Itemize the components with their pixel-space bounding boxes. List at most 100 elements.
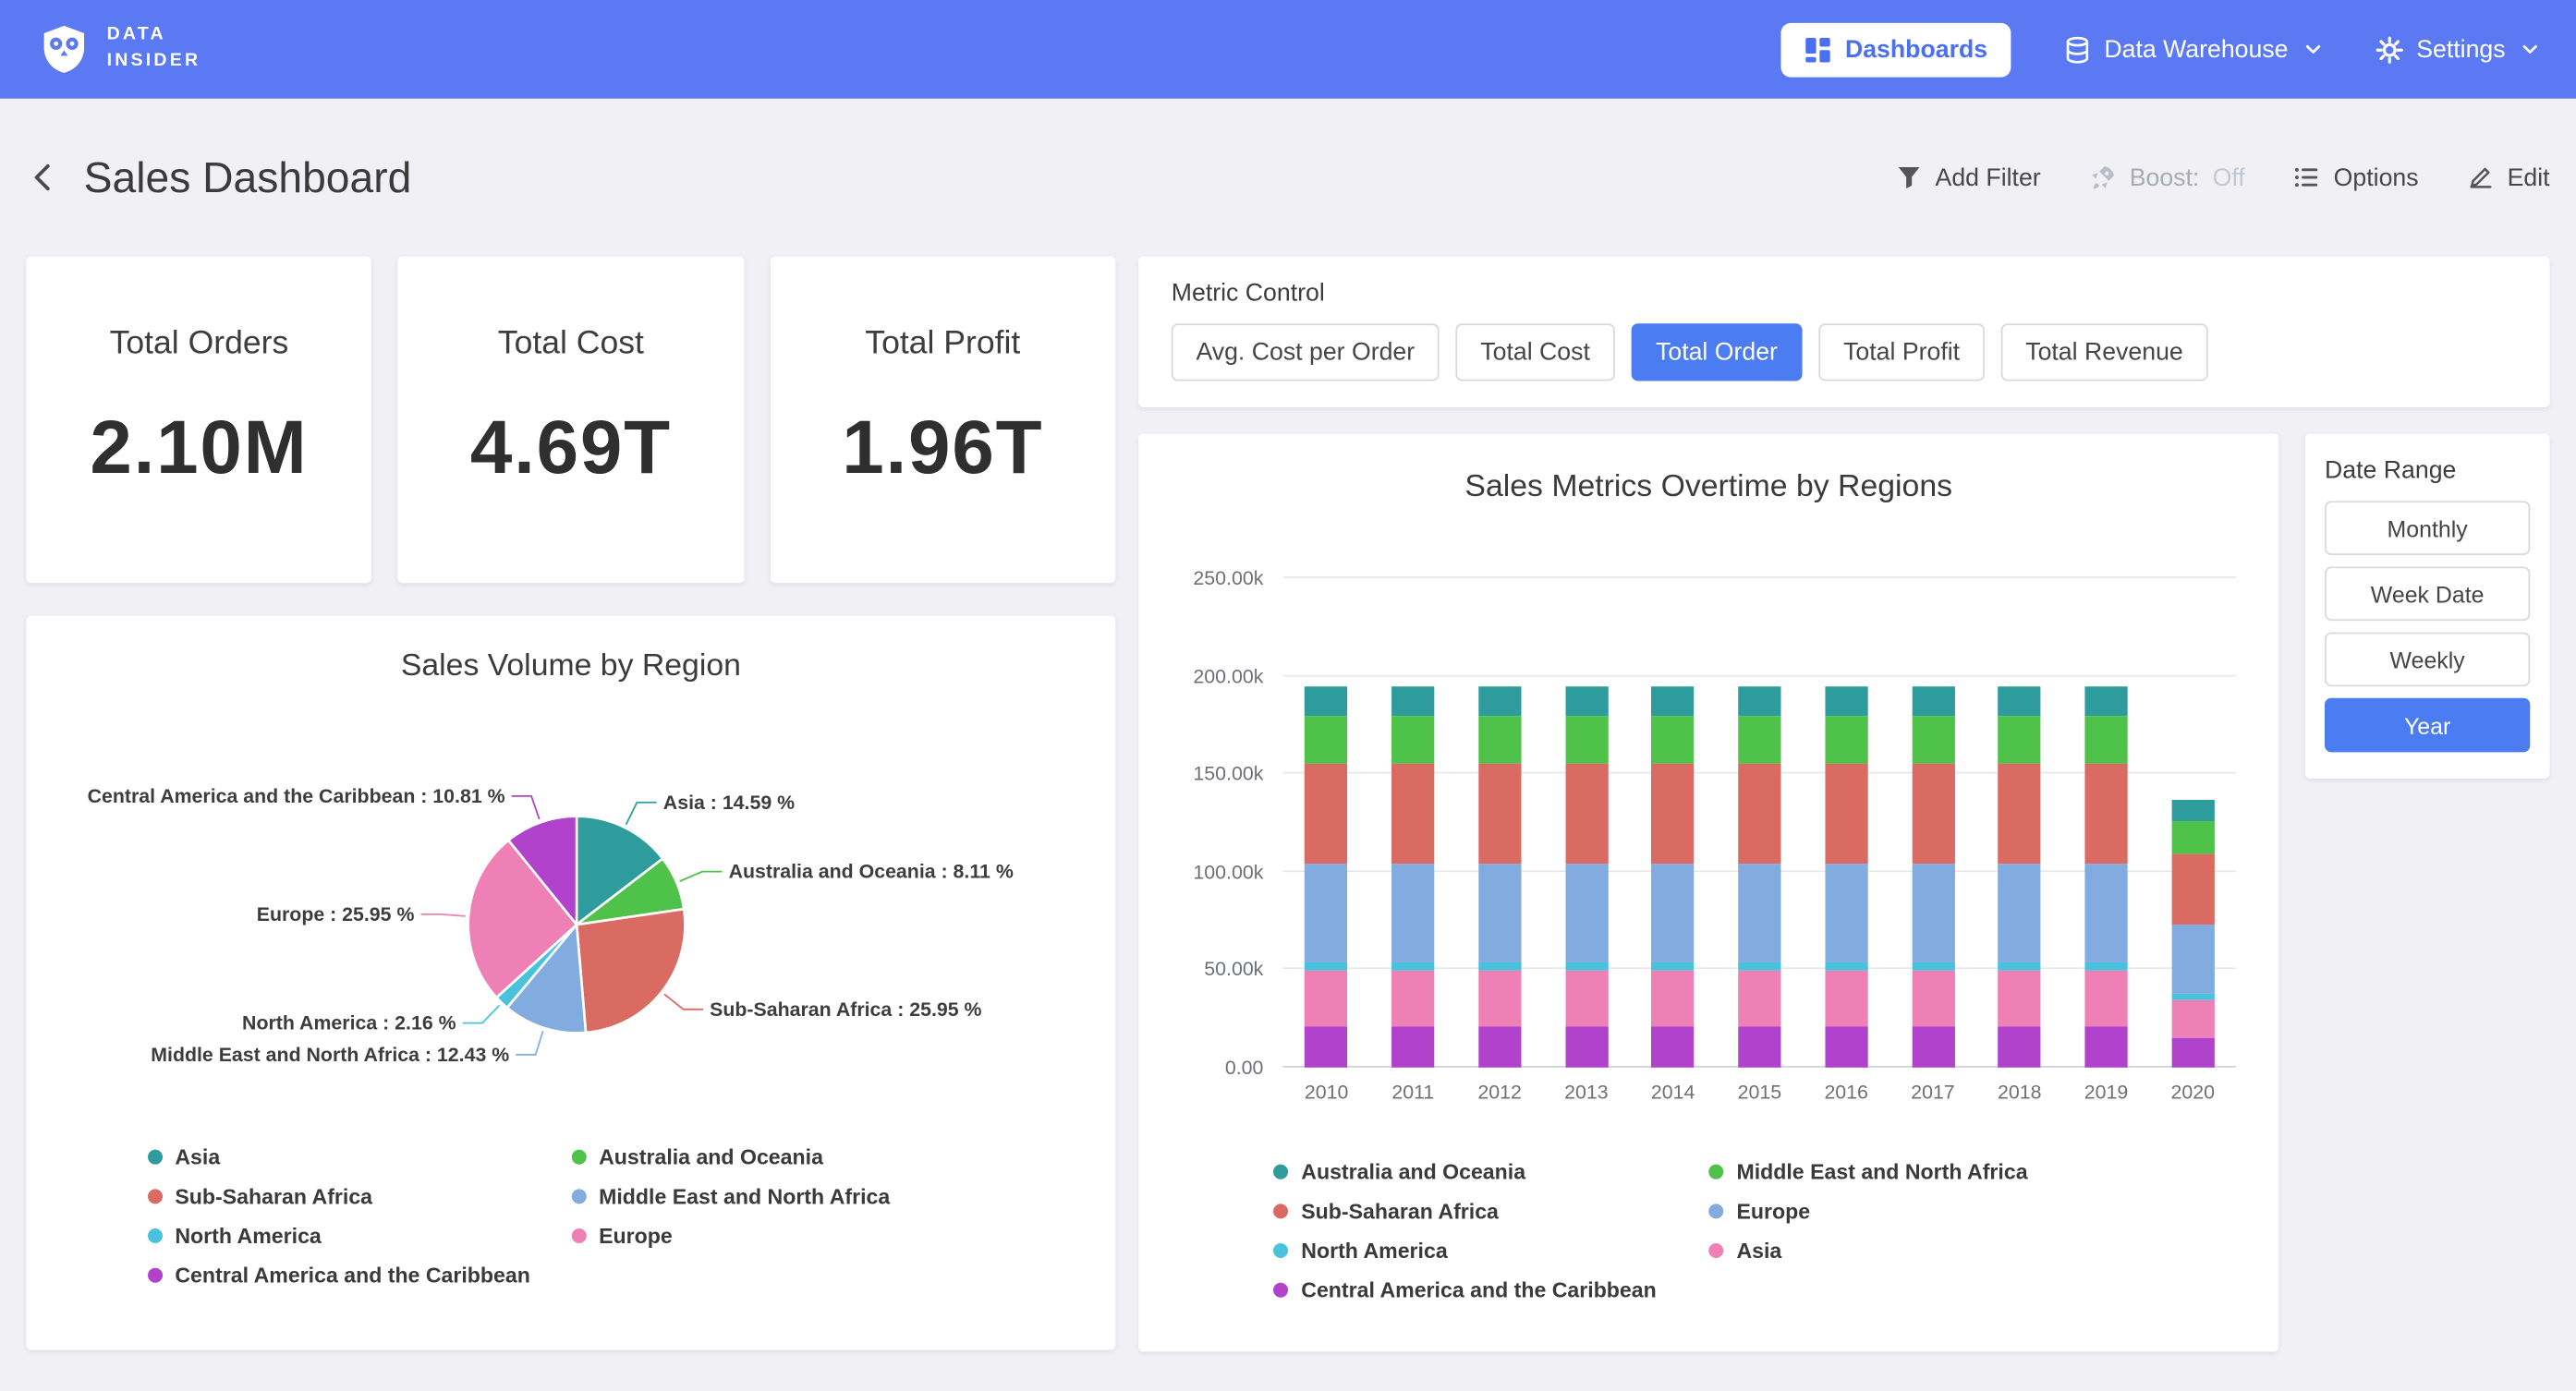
edit-icon (2468, 164, 2494, 190)
bar-column-2016[interactable] (1803, 578, 1889, 1068)
topbar: DATA INSIDER Dashboards Data Warehouse Set… (0, 0, 2576, 99)
metric-option-total-profit[interactable]: Total Profit (1818, 323, 1984, 381)
bar-segment-australia-and-oceania (1912, 686, 1954, 717)
kpi-label: Total Profit (770, 325, 1115, 363)
bar-segment-sub-saharan-africa (2171, 854, 2214, 924)
action-add-filter[interactable]: Add Filter (1896, 163, 2041, 191)
bar-segment-sub-saharan-africa (1825, 764, 1867, 863)
kpi-card-total-orders: Total Orders2.10M (26, 256, 371, 583)
bar-segment-europe (1565, 864, 1608, 962)
legend-item-asia[interactable]: Asia (147, 1144, 571, 1169)
metric-option-total-revenue[interactable]: Total Revenue (2001, 323, 2208, 381)
nav-dashboards[interactable]: Dashboards (1781, 22, 2011, 77)
legend-label: Asia (175, 1144, 220, 1169)
bar-column-2015[interactable] (1717, 578, 1804, 1068)
legend-label: Australia and Oceania (1301, 1159, 1525, 1184)
bar-column-2017[interactable] (1889, 578, 1976, 1068)
nav-label: Data Warehouse (2104, 35, 2288, 63)
x-axis-label: 2014 (1630, 1081, 1717, 1104)
legend-dot (1273, 1204, 1288, 1218)
legend-dot (571, 1228, 586, 1243)
legend-item-middle-east-and-north-africa[interactable]: Middle East and North Africa (1708, 1159, 2144, 1184)
bar-segment-europe (1391, 864, 1434, 962)
bar-column-2012[interactable] (1456, 578, 1543, 1068)
pie-label-line (512, 796, 540, 819)
legend-dot (147, 1150, 162, 1165)
gear-icon (2376, 35, 2403, 63)
kpi-card-total-cost: Total Cost4.69T (398, 256, 744, 583)
page-title: Sales Dashboard (84, 151, 412, 202)
nav-data-warehouse[interactable]: Data Warehouse (2063, 35, 2323, 63)
action-label: Options (2334, 163, 2419, 191)
metric-control-buttons: Avg. Cost per Order Total Cost Total Order… (1172, 323, 2517, 381)
legend-label: Middle East and North Africa (599, 1184, 890, 1209)
metric-option-total-cost[interactable]: Total Cost (1456, 323, 1615, 381)
bar-segment-australia-and-oceania (1738, 686, 1780, 717)
y-axis-tick: 100.00k (1145, 860, 1263, 883)
date-option-monthly[interactable]: Monthly (2325, 501, 2530, 555)
app-logo[interactable]: DATA INSIDER (36, 21, 200, 77)
action-value: Off (2213, 163, 2245, 191)
bar-column-2013[interactable] (1543, 578, 1630, 1068)
action-boost[interactable]: Boost:Off (2090, 163, 2245, 191)
right-row: Sales Metrics Overtime by Regions 0.0050… (1138, 433, 2549, 1351)
legend-label: Europe (599, 1224, 673, 1249)
bar-stack (1999, 578, 2041, 1068)
metric-option-total-order[interactable]: Total Order (1631, 323, 1802, 381)
bar-segment-central-america-and-the-caribbean (1738, 1026, 1780, 1068)
bar-segment-europe (1478, 864, 1521, 962)
legend-item-sub-saharan-africa[interactable]: Sub-Saharan Africa (147, 1184, 571, 1209)
x-axis-label: 2018 (1976, 1081, 2063, 1104)
date-option-week-date[interactable]: Week Date (2325, 566, 2530, 621)
legend-item-asia[interactable]: Asia (1708, 1239, 2144, 1264)
legend-item-australia-and-oceania[interactable]: Australia and Oceania (1273, 1159, 1708, 1184)
nav-settings[interactable]: Settings (2376, 35, 2540, 63)
bar-segment-middle-east-and-north-africa (1999, 717, 2041, 764)
bar-column-2020[interactable] (2149, 578, 2236, 1068)
bar-segment-north-america (1825, 962, 1867, 971)
pie-slice-sub-saharan-africa[interactable] (577, 909, 685, 1033)
legend-label: Sub-Saharan Africa (1301, 1199, 1499, 1224)
bar-segment-australia-and-oceania (1478, 686, 1521, 717)
bar-segment-sub-saharan-africa (1305, 764, 1347, 863)
legend-dot (1273, 1283, 1288, 1298)
legend-item-central-america-and-the-caribbean[interactable]: Central America and the Caribbean (1273, 1277, 1708, 1302)
action-edit[interactable]: Edit (2468, 163, 2550, 191)
legend-item-north-america[interactable]: North America (1273, 1239, 1708, 1264)
action-options[interactable]: Options (2294, 163, 2419, 191)
bar-stack (2171, 578, 2214, 1068)
metric-option-avg-cost-per-order[interactable]: Avg. Cost per Order (1172, 323, 1440, 381)
bar-segment-sub-saharan-africa (1652, 764, 1695, 863)
bar-column-2019[interactable] (2063, 578, 2150, 1068)
legend-item-sub-saharan-africa[interactable]: Sub-Saharan Africa (1273, 1199, 1708, 1224)
legend-item-north-america[interactable]: North America (147, 1224, 571, 1249)
header-actions: Add Filter Boost:Off Options Edit (1896, 163, 2550, 191)
bar-column-2018[interactable] (1976, 578, 2063, 1068)
date-option-year[interactable]: Year (2325, 698, 2530, 753)
bar-segment-sub-saharan-africa (1912, 764, 1954, 863)
bar-column-2011[interactable] (1369, 578, 1456, 1068)
page-header: Sales Dashboard Add Filter Boost:Off Optio… (26, 99, 2549, 257)
legend-item-central-america-and-the-caribbean[interactable]: Central America and the Caribbean (147, 1263, 571, 1288)
bar-segment-north-america (1565, 962, 1608, 971)
legend-label: Sub-Saharan Africa (175, 1184, 372, 1209)
legend-item-europe[interactable]: Europe (1708, 1199, 2144, 1224)
back-button[interactable] (26, 161, 59, 194)
legend-item-australia-and-oceania[interactable]: Australia and Oceania (571, 1144, 995, 1169)
bar-column-2010[interactable] (1283, 578, 1370, 1068)
date-option-weekly[interactable]: Weekly (2325, 633, 2530, 687)
bar-segment-asia (1999, 971, 2041, 1026)
bar-segment-central-america-and-the-caribbean (1825, 1026, 1867, 1068)
kpi-card-total-profit: Total Profit1.96T (770, 256, 1115, 583)
top-nav: Dashboards Data Warehouse Settings (1781, 22, 2540, 77)
bar-column-2014[interactable] (1630, 578, 1717, 1068)
owl-logo-icon (36, 21, 91, 77)
legend-item-middle-east-and-north-africa[interactable]: Middle East and North Africa (571, 1184, 995, 1209)
bar-segment-sub-saharan-africa (1391, 764, 1434, 863)
legend-item-europe[interactable]: Europe (571, 1224, 995, 1249)
legend-label: Central America and the Caribbean (1301, 1277, 1657, 1302)
bar-segment-europe (2171, 925, 2214, 994)
bar-y-axis: 0.0050.00k100.00k150.00k200.00k250.00k (1145, 578, 1263, 1068)
pie-label-line (626, 803, 657, 825)
dashboard-icon (1804, 35, 1831, 63)
